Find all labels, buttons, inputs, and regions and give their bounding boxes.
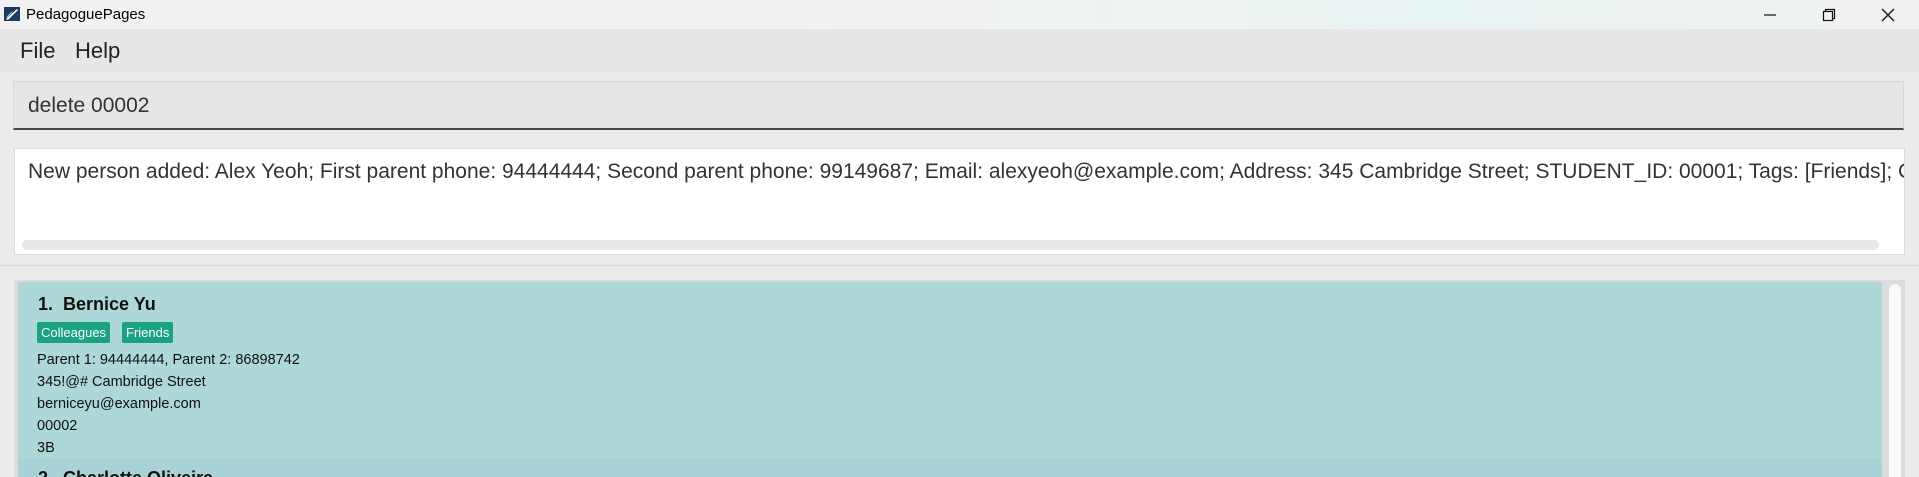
command-input[interactable]: delete 00002 bbox=[13, 81, 1904, 130]
result-display: New person added: Alex Yeoh; First paren… bbox=[14, 148, 1905, 255]
person-name: Bernice Yu bbox=[63, 294, 156, 314]
restore-button[interactable] bbox=[1800, 0, 1858, 29]
person-index: 2. bbox=[38, 468, 53, 477]
person-phones: Parent 1: 94444444, Parent 2: 86898742 bbox=[37, 352, 300, 368]
person-list: 1. Bernice Yu Colleagues Friends Parent … bbox=[14, 280, 1905, 477]
close-button[interactable] bbox=[1859, 0, 1917, 29]
result-message: New person added: Alex Yeoh; First paren… bbox=[28, 160, 1905, 183]
person-name: Charlotte Oliveira bbox=[63, 468, 213, 477]
person-card[interactable]: 1. Bernice Yu Colleagues Friends Parent … bbox=[18, 282, 1882, 458]
app-logo-icon bbox=[4, 7, 20, 21]
tag-badge: Colleagues bbox=[37, 322, 111, 343]
person-card[interactable]: 2. Charlotte Oliveira bbox=[18, 458, 1882, 477]
divider bbox=[0, 265, 1919, 266]
window-title: PedagoguePages bbox=[26, 6, 146, 23]
menu-help[interactable]: Help bbox=[75, 38, 120, 64]
vertical-scrollbar[interactable] bbox=[1889, 284, 1901, 477]
minimize-icon bbox=[1764, 13, 1776, 16]
horizontal-scrollbar[interactable] bbox=[22, 240, 1879, 250]
restore-icon bbox=[1822, 8, 1836, 21]
close-icon bbox=[1881, 8, 1895, 21]
tag-badge: Friends bbox=[122, 322, 174, 343]
person-name-row: 1. Bernice Yu bbox=[38, 294, 156, 315]
person-class: 3B bbox=[37, 440, 55, 456]
person-address: 345!@# Cambridge Street bbox=[37, 374, 206, 390]
person-student-id: 00002 bbox=[37, 418, 78, 434]
menu-file[interactable]: File bbox=[20, 38, 55, 64]
person-name-row: 2. Charlotte Oliveira bbox=[38, 468, 213, 477]
person-email: berniceyu@example.com bbox=[37, 396, 201, 412]
person-index: 1. bbox=[38, 294, 54, 314]
menu-bar: File Help bbox=[0, 29, 1919, 73]
title-bar: PedagoguePages bbox=[0, 0, 1919, 29]
command-input-value: delete 00002 bbox=[28, 94, 150, 117]
minimize-button[interactable] bbox=[1741, 0, 1799, 29]
